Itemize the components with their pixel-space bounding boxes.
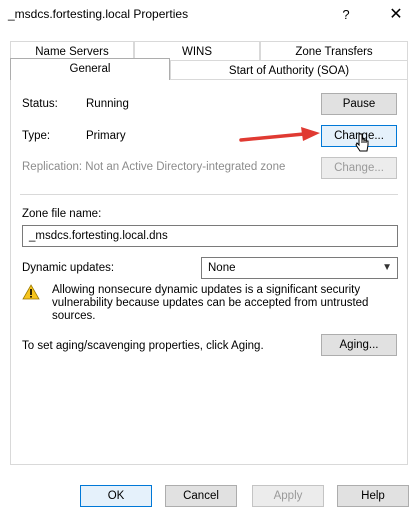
- dynamic-updates-select[interactable]: None ▼: [201, 257, 398, 279]
- warning-text: Allowing nonsecure dynamic updates is a …: [52, 284, 369, 322]
- apply-button[interactable]: Apply: [252, 485, 324, 507]
- mouse-cursor-icon: [355, 133, 369, 152]
- red-arrow-icon: [239, 127, 320, 142]
- tab-zone-transfers[interactable]: Zone Transfers: [260, 41, 408, 61]
- tab-label: Name Servers: [35, 46, 109, 58]
- chevron-down-icon: ▼: [382, 262, 392, 273]
- type-label: Type:: [22, 130, 51, 142]
- type-value: Primary: [86, 130, 126, 142]
- tab-label: WINS: [181, 46, 213, 58]
- ok-button[interactable]: OK: [80, 485, 152, 507]
- dynamic-updates-value: None: [208, 262, 236, 274]
- tab-label: Zone Transfers: [295, 46, 373, 58]
- status-value: Running: [86, 98, 129, 110]
- tab-soa[interactable]: Start of Authority (SOA): [170, 60, 408, 80]
- divider: [20, 194, 398, 195]
- close-icon[interactable]: ✕: [381, 3, 411, 27]
- dynamic-updates-label: Dynamic updates:: [22, 262, 115, 274]
- help-button[interactable]: Help: [337, 485, 409, 507]
- tab-label: General: [69, 63, 111, 75]
- replication-text: Replication: Not an Active Directory-int…: [22, 161, 286, 173]
- change-replication-button[interactable]: Change...: [321, 157, 397, 179]
- zone-file-label: Zone file name:: [22, 208, 102, 220]
- status-label: Status:: [22, 98, 58, 110]
- zone-file-input[interactable]: _msdcs.fortesting.local.dns: [22, 225, 398, 247]
- title-bar: _msdcs.fortesting.local Properties ? ✕: [0, 0, 419, 30]
- warning-icon: [22, 284, 40, 300]
- tab-general[interactable]: General: [10, 58, 170, 80]
- cancel-button[interactable]: Cancel: [165, 485, 237, 507]
- pause-button[interactable]: Pause: [321, 93, 397, 115]
- aging-button[interactable]: Aging...: [321, 334, 397, 356]
- help-title-button[interactable]: ?: [331, 3, 361, 27]
- tab-label: Start of Authority (SOA): [228, 65, 350, 77]
- aging-text: To set aging/scavenging properties, clic…: [22, 340, 264, 352]
- window-title: _msdcs.fortesting.local Properties: [8, 7, 189, 21]
